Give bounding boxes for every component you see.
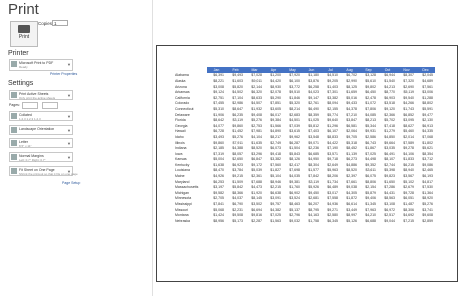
setting-subtitle: Only print the active sheets xyxy=(19,96,56,100)
scaling-select[interactable]: Fit Sheet on One Page Shrink the printou… xyxy=(9,166,78,176)
margins-icon xyxy=(11,154,17,160)
printer-icon xyxy=(18,25,30,33)
collate-icon xyxy=(11,113,17,119)
chevron-down-icon: ▼ xyxy=(67,141,71,146)
setting-subtitle: 8.5" x 11" xyxy=(19,144,32,148)
setting-subtitle: Left: 0.7" Right: 0.7" xyxy=(19,158,46,162)
pages-to-input[interactable] xyxy=(42,102,58,109)
value-cell: $6,688 xyxy=(365,218,376,223)
value-cell: $9,044 xyxy=(384,218,395,223)
pages-label: Pages: xyxy=(9,103,20,107)
copies-input[interactable]: 1 xyxy=(52,20,68,26)
value-cell: $2,859 xyxy=(422,218,433,223)
value-cell: $5,126 xyxy=(346,218,357,223)
value-cell: $6,345 xyxy=(327,218,338,223)
page-title: Print xyxy=(8,1,39,18)
chevron-down-icon: ▼ xyxy=(67,93,71,98)
printer-select[interactable]: Microsoft Print to PDF Ready ▼ xyxy=(9,59,73,71)
chevron-down-icon: ▼ xyxy=(67,169,71,174)
landscape-icon xyxy=(11,127,17,133)
value-cell: $8,956 xyxy=(213,218,224,223)
margins-select[interactable]: Normal Margins Left: 0.7" Right: 0.7" ▼ xyxy=(9,152,73,162)
printer-heading: Printer xyxy=(8,50,29,57)
collate-select[interactable]: Collated 1,2,3 1,2,3 1,2,3 ▼ xyxy=(9,111,73,121)
table-row: Nebraska $8,956 $5,173 $2,287 $1,563 $9,032 $1… xyxy=(173,218,435,224)
value-cell: $7,215 xyxy=(403,218,414,223)
printer-icon xyxy=(11,61,17,67)
sheet-icon xyxy=(11,92,17,98)
chevron-down-icon: ▼ xyxy=(67,114,71,119)
page-setup-link[interactable]: Page Setup xyxy=(62,181,80,185)
value-cell: $5,173 xyxy=(232,218,243,223)
value-cell: $2,287 xyxy=(251,218,262,223)
printer-properties-link[interactable]: Printer Properties xyxy=(50,72,77,76)
spreadsheet-preview: Jan Feb Mar Apr May Jun Jul Aug Sep Oct Nov Dec Ala… xyxy=(173,67,435,224)
settings-heading: Settings xyxy=(8,80,34,87)
preview-page: Jan Feb Mar Apr May Jun Jul Aug Sep Oct Nov Dec Ala… xyxy=(156,45,458,282)
fit-page-icon xyxy=(11,168,17,174)
printer-status: Ready xyxy=(19,65,28,69)
setting-title: Landscape Orientation xyxy=(19,127,55,131)
value-cell: $1,563 xyxy=(270,218,281,223)
value-cell: $9,032 xyxy=(289,218,300,223)
state-cell: Nebraska xyxy=(175,218,190,223)
orientation-select[interactable]: Landscape Orientation ▼ xyxy=(9,125,73,135)
value-cell: $1,758 xyxy=(308,218,319,223)
print-button[interactable]: Print xyxy=(10,21,38,47)
chevron-down-icon: ▼ xyxy=(67,155,71,160)
setting-subtitle: 1,2,3 1,2,3 1,2,3 xyxy=(19,117,41,121)
pages-from-input[interactable] xyxy=(22,102,38,109)
chevron-down-icon: ▼ xyxy=(67,128,71,133)
copies-label: Copies: xyxy=(38,21,54,26)
paper-size-select[interactable]: Letter 8.5" x 11" ▼ xyxy=(9,138,73,148)
print-button-label: Print xyxy=(18,34,30,40)
print-settings-pane: Print Print Copies: 1 Printer Microsoft … xyxy=(0,0,152,296)
paper-icon xyxy=(11,140,17,146)
chevron-down-icon: ▼ xyxy=(67,62,71,67)
print-what-select[interactable]: Print Active Sheets Only print the activ… xyxy=(9,90,73,100)
